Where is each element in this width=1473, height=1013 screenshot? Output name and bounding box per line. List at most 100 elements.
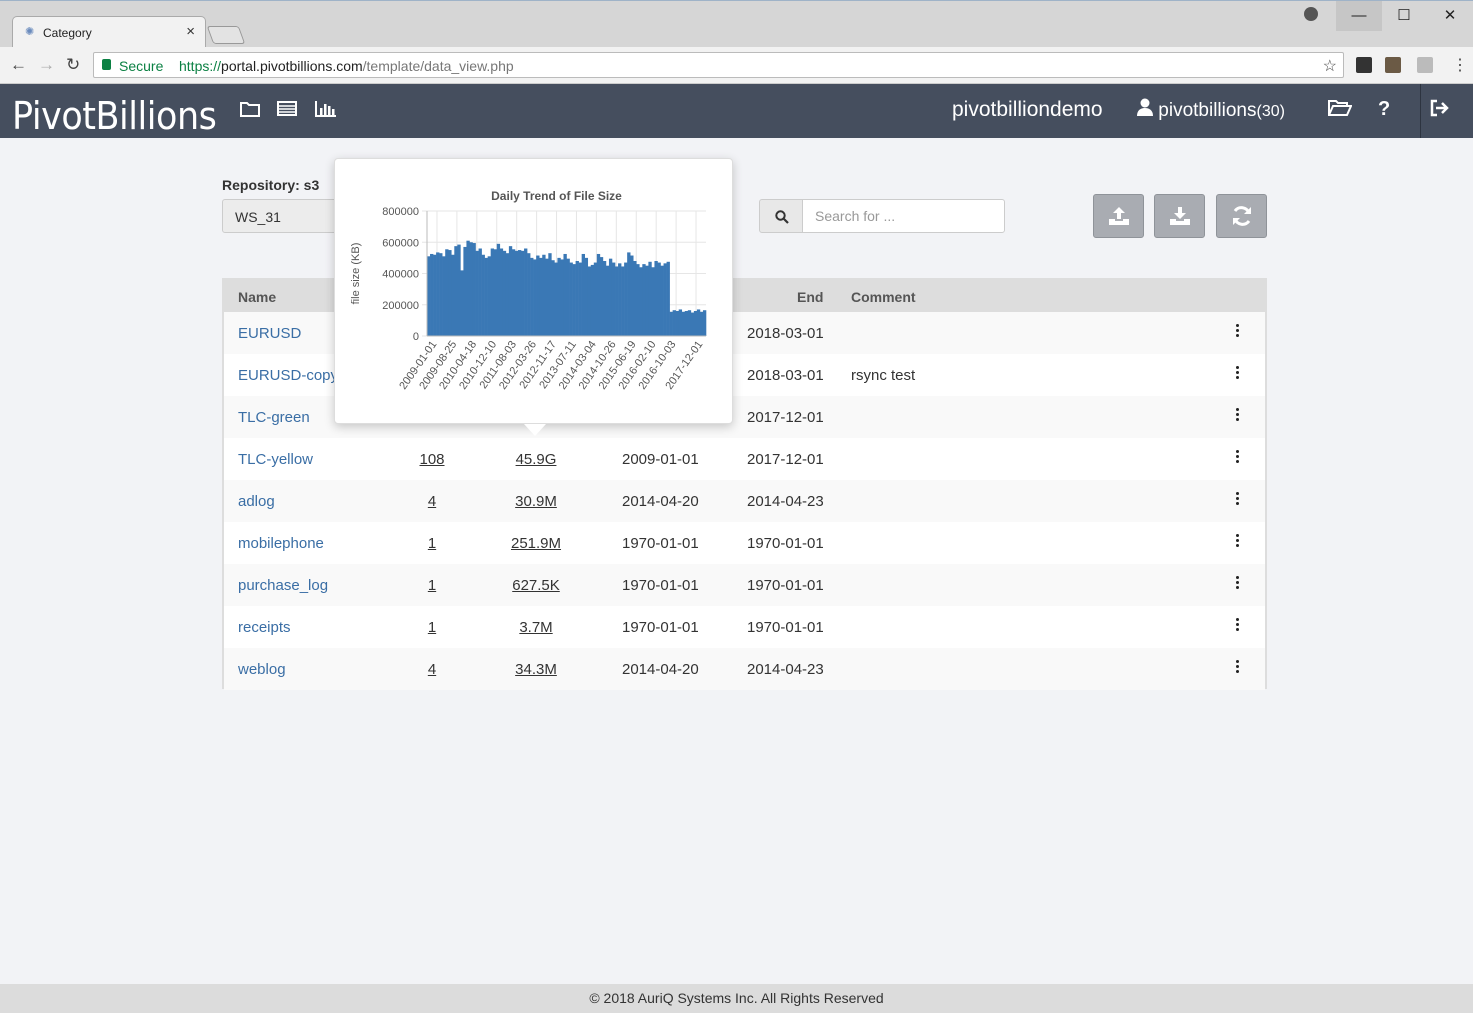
chart-bar — [436, 252, 440, 336]
row-menu-icon[interactable] — [1236, 408, 1240, 424]
y-tick-label: 400000 — [382, 269, 419, 281]
row-menu-icon[interactable] — [1236, 660, 1240, 676]
upload-button[interactable] — [1093, 194, 1144, 238]
chart-bar — [560, 259, 564, 336]
bar-chart-icon[interactable] — [315, 100, 337, 122]
column-header-end[interactable]: End — [797, 289, 823, 305]
table-row: TLC-yellow 108 45.9G 2009-01-01 2017-12-01 — [224, 438, 1265, 480]
open-folder-icon[interactable] — [1327, 99, 1353, 122]
dataset-name-link[interactable]: EURUSD-copy — [238, 367, 338, 384]
window-close-button[interactable]: ✕ — [1427, 1, 1473, 31]
row-menu-icon[interactable] — [1236, 450, 1240, 466]
start-date: 1970-01-01 — [622, 577, 699, 594]
row-menu-icon[interactable] — [1236, 324, 1240, 340]
url-omnibox[interactable]: Secure https://portal.pivotbillions.com/… — [93, 52, 1344, 78]
account-menu[interactable]: pivotbillions(30) — [1137, 98, 1285, 122]
chart-bar — [551, 260, 555, 336]
dataset-name-link[interactable]: TLC-yellow — [238, 451, 313, 468]
file-count-link[interactable]: 1 — [428, 535, 436, 552]
profile-icon[interactable] — [1304, 7, 1318, 21]
chart-bar — [563, 253, 567, 336]
dataset-name-link[interactable]: weblog — [238, 661, 286, 678]
tab-title: Category — [43, 26, 92, 40]
chart-bar — [542, 254, 546, 336]
logout-icon[interactable] — [1430, 99, 1450, 122]
chart-bar — [693, 311, 698, 336]
url-scheme: https:// — [179, 58, 222, 74]
file-size-link[interactable]: 627.5K — [512, 577, 560, 594]
file-count-link[interactable]: 4 — [428, 661, 436, 678]
new-tab-button[interactable] — [206, 26, 246, 44]
chart-title: Daily Trend of File Size — [491, 189, 622, 203]
chart-bar — [599, 257, 604, 336]
end-date: 1970-01-01 — [747, 619, 824, 636]
repository-label: Repository: s3 — [222, 177, 320, 193]
file-size-link[interactable]: 251.9M — [511, 535, 561, 552]
chart-bar — [675, 311, 680, 336]
dataset-name-link[interactable]: mobilephone — [238, 535, 324, 552]
refresh-button[interactable] — [1216, 194, 1267, 238]
row-menu-icon[interactable] — [1236, 576, 1240, 592]
chart-bar — [484, 257, 488, 336]
tab-close-icon[interactable]: × — [186, 23, 195, 40]
row-menu-icon[interactable] — [1236, 366, 1240, 382]
window-maximize-button[interactable]: ☐ — [1381, 1, 1427, 31]
extension-icon[interactable] — [1356, 57, 1372, 73]
file-size-link[interactable]: 30.9M — [515, 493, 557, 510]
file-count-link[interactable]: 1 — [428, 577, 436, 594]
chart-bar — [566, 258, 570, 336]
dataset-name-link[interactable]: EURUSD — [238, 325, 301, 342]
app-logo[interactable]: PivotBillions — [12, 94, 217, 138]
forward-arrow-icon[interactable]: → — [38, 55, 55, 75]
dataset-name-link[interactable]: receipts — [238, 619, 291, 636]
file-count-link[interactable]: 108 — [419, 451, 444, 468]
chart-bar — [639, 267, 643, 336]
file-size-link[interactable]: 45.9G — [516, 451, 557, 468]
dataset-name-link[interactable]: purchase_log — [238, 577, 328, 594]
chart-bar — [505, 253, 510, 336]
file-count-link[interactable]: 1 — [428, 619, 436, 636]
chart-bar — [608, 258, 613, 336]
browser-tab-strip: ✺ Category × — ☐ ✕ — [0, 0, 1473, 48]
dataset-name-link[interactable]: adlog — [238, 493, 275, 510]
download-icon — [1170, 207, 1190, 225]
drive-extension-icon[interactable] — [1417, 57, 1433, 73]
table-view-icon[interactable] — [277, 100, 297, 122]
browser-tab[interactable]: ✺ Category × — [12, 16, 206, 48]
window-minimize-button[interactable]: — — [1336, 1, 1382, 31]
end-date: 2014-04-23 — [747, 493, 824, 510]
column-header-name[interactable]: Name — [238, 289, 276, 305]
help-icon[interactable]: ? — [1378, 98, 1390, 121]
file-size-link[interactable]: 34.3M — [515, 661, 557, 678]
file-size-link[interactable]: 3.7M — [519, 619, 552, 636]
reload-icon[interactable]: ↻ — [66, 55, 80, 75]
extension-icon[interactable] — [1385, 57, 1401, 73]
workspace-user-name[interactable]: pivotbilliondemo — [952, 98, 1103, 122]
row-menu-icon[interactable] — [1236, 618, 1240, 634]
chart-bar — [454, 246, 458, 336]
table-row: purchase_log 1 627.5K 1970-01-01 1970-01-01 — [224, 564, 1265, 606]
chart-bar — [466, 240, 470, 336]
folder-icon[interactable] — [240, 100, 260, 122]
chart-bar — [472, 243, 476, 336]
row-menu-icon[interactable] — [1236, 492, 1240, 508]
url-text[interactable]: https://portal.pivotbillions.com/templat… — [179, 58, 514, 74]
chart-bar — [672, 310, 676, 336]
dataset-name-link[interactable]: TLC-green — [238, 409, 310, 426]
download-button[interactable] — [1154, 194, 1205, 238]
file-count-link[interactable]: 4 — [428, 493, 436, 510]
bookmark-star-icon[interactable]: ☆ — [1323, 56, 1337, 76]
chart-bar — [469, 242, 473, 336]
chart-bar — [584, 257, 589, 336]
chart-bar — [572, 264, 576, 336]
y-tick-label: 0 — [413, 331, 419, 343]
back-arrow-icon[interactable]: ← — [10, 55, 27, 75]
chart-bar — [463, 246, 467, 336]
row-menu-icon[interactable] — [1236, 534, 1240, 550]
chart-bar — [493, 249, 498, 336]
browser-menu-icon[interactable]: ⋮ — [1452, 55, 1468, 75]
chart-bar — [615, 266, 619, 336]
search-input[interactable] — [802, 199, 1005, 233]
column-header-comment[interactable]: Comment — [851, 289, 916, 305]
search-button[interactable] — [759, 199, 803, 233]
